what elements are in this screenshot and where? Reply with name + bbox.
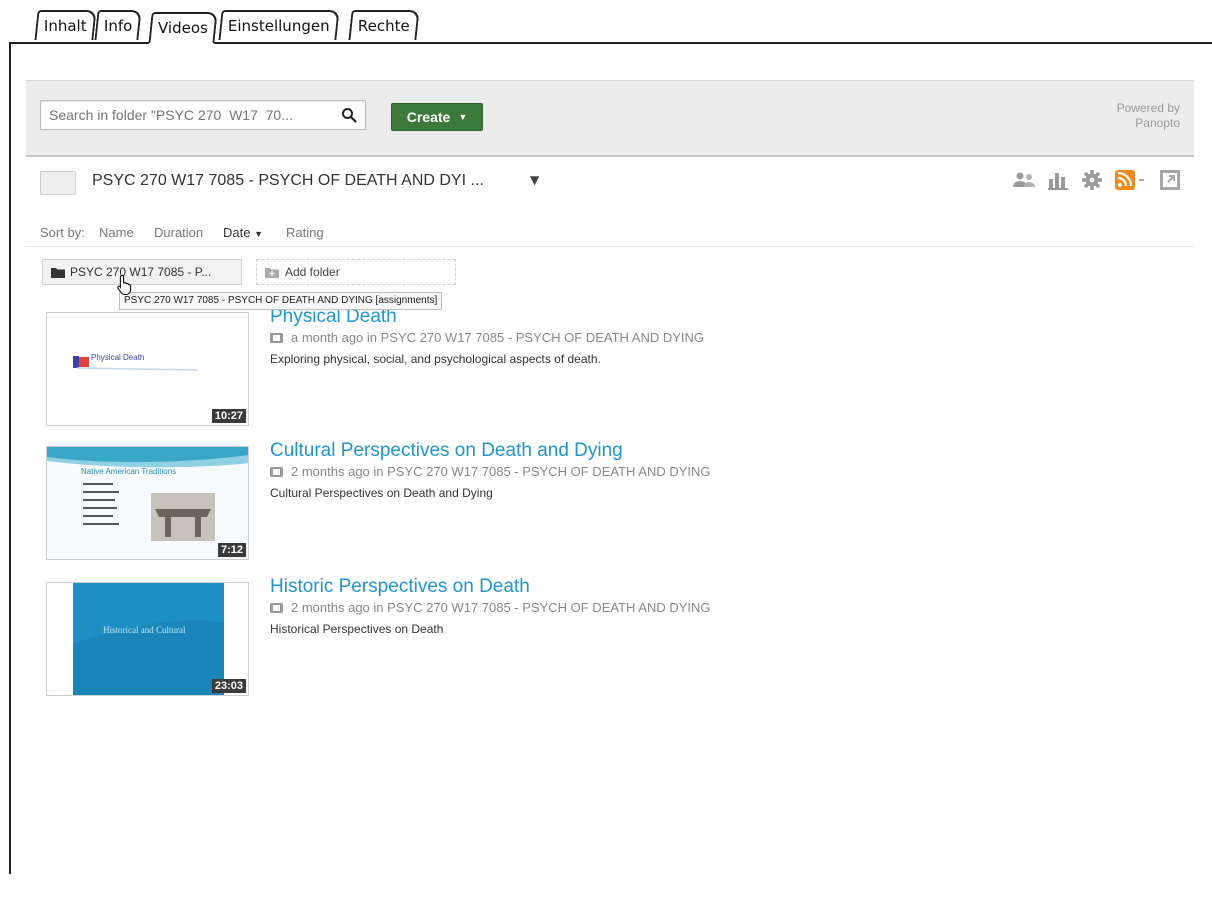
create-button[interactable]: Create ▼ — [391, 103, 483, 131]
session-description: Historical Perspectives on Death — [270, 622, 444, 636]
search-input[interactable] — [41, 101, 339, 129]
tab-label: Einstellungen — [227, 17, 330, 35]
search-box — [40, 100, 366, 130]
session-thumbnail[interactable]: Native American Traditions 7:12 — [46, 446, 249, 560]
session-meta: 2 months ago in PSYC 270 W17 7085 - PSYC… — [270, 600, 711, 615]
panopto-brand: Panopto — [1135, 116, 1180, 130]
chevron-down-icon: ▼ — [254, 229, 264, 239]
create-button-label: Create — [406, 109, 451, 125]
video-icon — [270, 466, 283, 477]
subfolder-label: PSYC 270 W17 7085 - P... — [70, 265, 212, 279]
session-meta: 2 months ago in PSYC 270 W17 7085 - PSYC… — [270, 464, 711, 479]
session-title[interactable]: Cultural Perspectives on Death and Dying — [270, 440, 623, 462]
magnifier-icon[interactable] — [341, 107, 357, 123]
tab-einstellungen[interactable]: Einstellungen — [218, 10, 340, 40]
video-icon — [270, 332, 283, 343]
panopto-toolbar: Create ▼ Powered by Panopto — [26, 80, 1194, 157]
session-thumbnail[interactable]: Physical Death 10:27 — [46, 312, 249, 426]
external-link-icon[interactable] — [1158, 168, 1182, 192]
session-item: Native American Traditions 7:12 Cultural… — [46, 440, 1186, 560]
folder-actions — [1012, 168, 1182, 192]
session-description: Cultural Perspectives on Death and Dying — [270, 486, 493, 500]
session-duration: 10:27 — [211, 409, 246, 423]
thumb-slide-text: Historical and Cultural — [103, 625, 186, 635]
gear-icon[interactable] — [1080, 168, 1104, 192]
add-folder-label: Add folder — [285, 265, 340, 279]
session-meta: a month ago in PSYC 270 W17 7085 - PSYCH… — [270, 330, 704, 345]
folder-title[interactable]: PSYC 270 W17 7085 - PSYCH OF DEATH AND D… — [92, 172, 484, 190]
session-duration: 7:12 — [217, 543, 246, 557]
stats-icon[interactable] — [1046, 168, 1070, 192]
tab-label: Inhalt — [43, 17, 87, 35]
sort-duration[interactable]: Duration — [154, 225, 203, 240]
add-folder-icon — [265, 267, 279, 278]
powered-by-line: Powered by — [1116, 101, 1180, 115]
session-meta-text: a month ago in PSYC 270 W17 7085 - PSYCH… — [291, 330, 705, 345]
tab-rechte[interactable]: Rechte — [348, 10, 420, 40]
tab-label: Videos — [158, 19, 208, 37]
sort-date-label: Date — [223, 225, 251, 240]
folder-header: PSYC 270 W17 7085 - PSYCH OF DEATH AND D… — [40, 168, 1190, 198]
chevron-down-icon: ▼ — [458, 112, 468, 122]
tab-info[interactable]: Info — [94, 10, 142, 40]
session-item: Physical Death 10:27 Physical Death a mo… — [46, 306, 1186, 426]
tab-videos[interactable]: Videos — [148, 12, 218, 44]
folder-dropdown-icon[interactable]: ▼ — [530, 173, 539, 187]
powered-by: Powered by Panopto — [1117, 101, 1180, 131]
video-icon — [270, 602, 283, 613]
thumb-slide-text: Native American Traditions — [81, 467, 177, 476]
session-meta-text: 2 months ago in PSYC 270 W17 7085 - PSYC… — [291, 600, 711, 615]
users-icon[interactable] — [1012, 168, 1036, 192]
sort-bar: Sort by: Name Duration Date ▼ Rating — [26, 222, 1194, 247]
session-title[interactable]: Historic Perspectives on Death — [270, 576, 530, 598]
sort-label: Sort by: — [40, 225, 85, 240]
folder-icon — [40, 171, 76, 195]
session-duration: 23:03 — [211, 679, 246, 693]
sort-rating[interactable]: Rating — [286, 225, 324, 240]
folder-icon — [51, 267, 65, 278]
tab-label: Info — [103, 17, 133, 35]
sort-name[interactable]: Name — [99, 225, 134, 240]
tab-label: Rechte — [357, 17, 410, 35]
session-meta-text: 2 months ago in PSYC 270 W17 7085 - PSYC… — [291, 464, 711, 479]
sort-date[interactable]: Date ▼ — [223, 225, 263, 240]
subfolder-tooltip: PSYC 270 W17 7085 - PSYCH OF DEATH AND D… — [119, 292, 443, 310]
thumb-slide-text: Physical Death — [91, 353, 145, 362]
session-description: Exploring physical, social, and psycholo… — [270, 352, 601, 366]
add-folder-button[interactable]: Add folder — [256, 259, 456, 285]
session-item: Historical and Cultural 23:03 Historic P… — [46, 576, 1186, 696]
tab-inhalt[interactable]: Inhalt — [34, 10, 97, 40]
subfolder-item[interactable]: PSYC 270 W17 7085 - P... — [42, 259, 242, 285]
rss-icon[interactable] — [1114, 168, 1148, 192]
session-thumbnail[interactable]: Historical and Cultural 23:03 — [46, 582, 249, 696]
hand-cursor-icon — [117, 274, 132, 296]
